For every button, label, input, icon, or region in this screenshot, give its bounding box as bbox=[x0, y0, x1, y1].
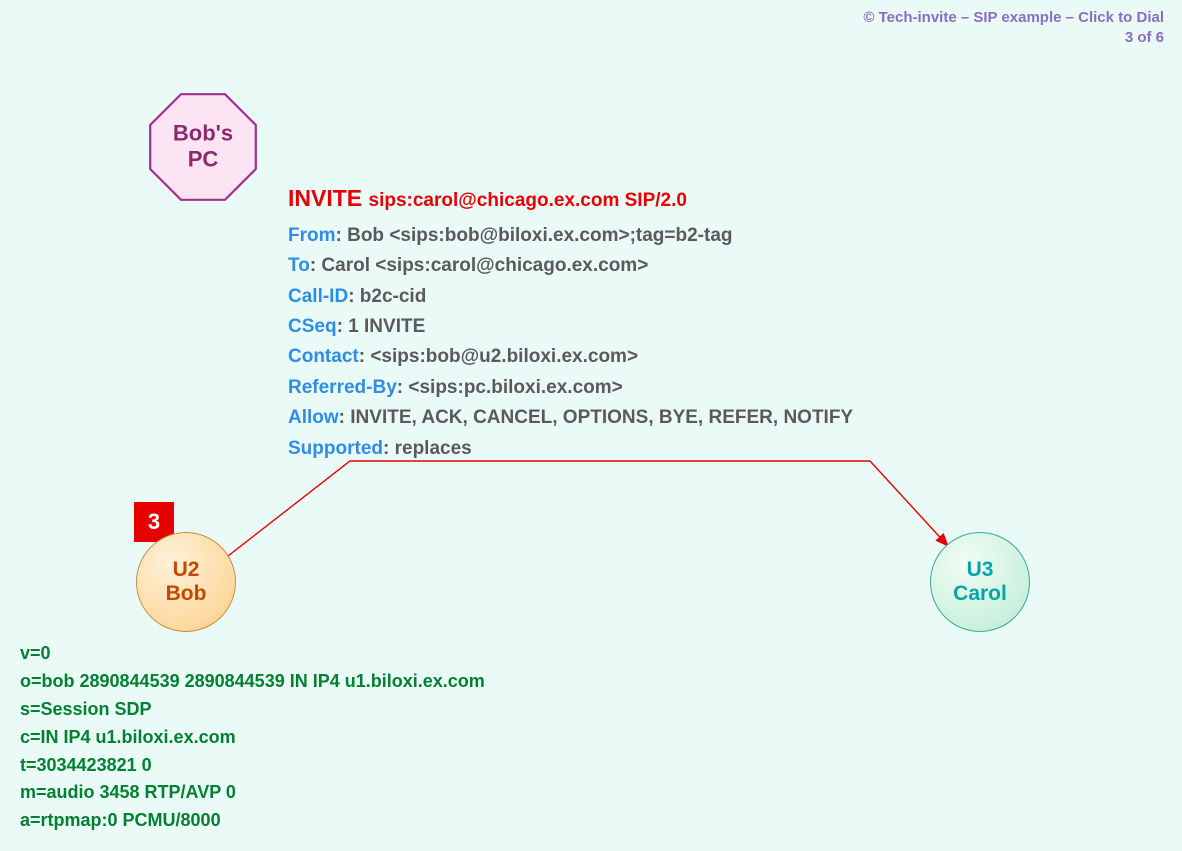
sdp-line: c=IN IP4 u1.biloxi.ex.com bbox=[20, 724, 485, 752]
copyright-line-2: 3 of 6 bbox=[863, 28, 1164, 48]
sip-header-from: From: Bob <sips:bob@biloxi.ex.com>;tag=b… bbox=[288, 221, 853, 251]
node-name: Carol bbox=[953, 582, 1007, 606]
node-name: Bob bbox=[166, 582, 207, 606]
sdp-line: a=rtpmap:0 PCMU/8000 bbox=[20, 807, 485, 835]
sdp-body: v=0 o=bob 2890844539 2890844539 IN IP4 u… bbox=[20, 640, 485, 835]
node-u2-bob: U2 Bob bbox=[136, 532, 236, 632]
sip-method: INVITE bbox=[288, 185, 362, 211]
sip-request-line: INVITE sips:carol@chicago.ex.com SIP/2.0 bbox=[288, 180, 853, 217]
sdp-line: o=bob 2890844539 2890844539 IN IP4 u1.bi… bbox=[20, 668, 485, 696]
sdp-line: m=audio 3458 RTP/AVP 0 bbox=[20, 779, 485, 807]
sip-header-to: To: Carol <sips:carol@chicago.ex.com> bbox=[288, 251, 853, 281]
sdp-line: t=3034423821 0 bbox=[20, 752, 485, 780]
sip-header-contact: Contact: <sips:bob@u2.biloxi.ex.com> bbox=[288, 342, 853, 372]
node-id: U2 bbox=[173, 558, 200, 582]
octagon-label: Bob's PC bbox=[173, 121, 233, 174]
sip-header-supported: Supported: replaces bbox=[288, 434, 853, 464]
sdp-line: v=0 bbox=[20, 640, 485, 668]
sip-header-allow: Allow: INVITE, ACK, CANCEL, OPTIONS, BYE… bbox=[288, 403, 853, 433]
sdp-line: s=Session SDP bbox=[20, 696, 485, 724]
node-id: U3 bbox=[967, 558, 994, 582]
node-u3-carol: U3 Carol bbox=[930, 532, 1030, 632]
sip-message: INVITE sips:carol@chicago.ex.com SIP/2.0… bbox=[288, 180, 853, 464]
node-bobs-pc: Bob's PC bbox=[148, 92, 258, 202]
copyright-notice: © Tech-invite – SIP example – Click to D… bbox=[863, 8, 1164, 47]
sip-request-uri: sips:carol@chicago.ex.com SIP/2.0 bbox=[369, 190, 687, 211]
sip-header-call-id: Call-ID: b2c-cid bbox=[288, 282, 853, 312]
copyright-line-1: © Tech-invite – SIP example – Click to D… bbox=[863, 8, 1164, 28]
sip-header-referred-by: Referred-By: <sips:pc.biloxi.ex.com> bbox=[288, 373, 853, 403]
sip-header-cseq: CSeq: 1 INVITE bbox=[288, 312, 853, 342]
